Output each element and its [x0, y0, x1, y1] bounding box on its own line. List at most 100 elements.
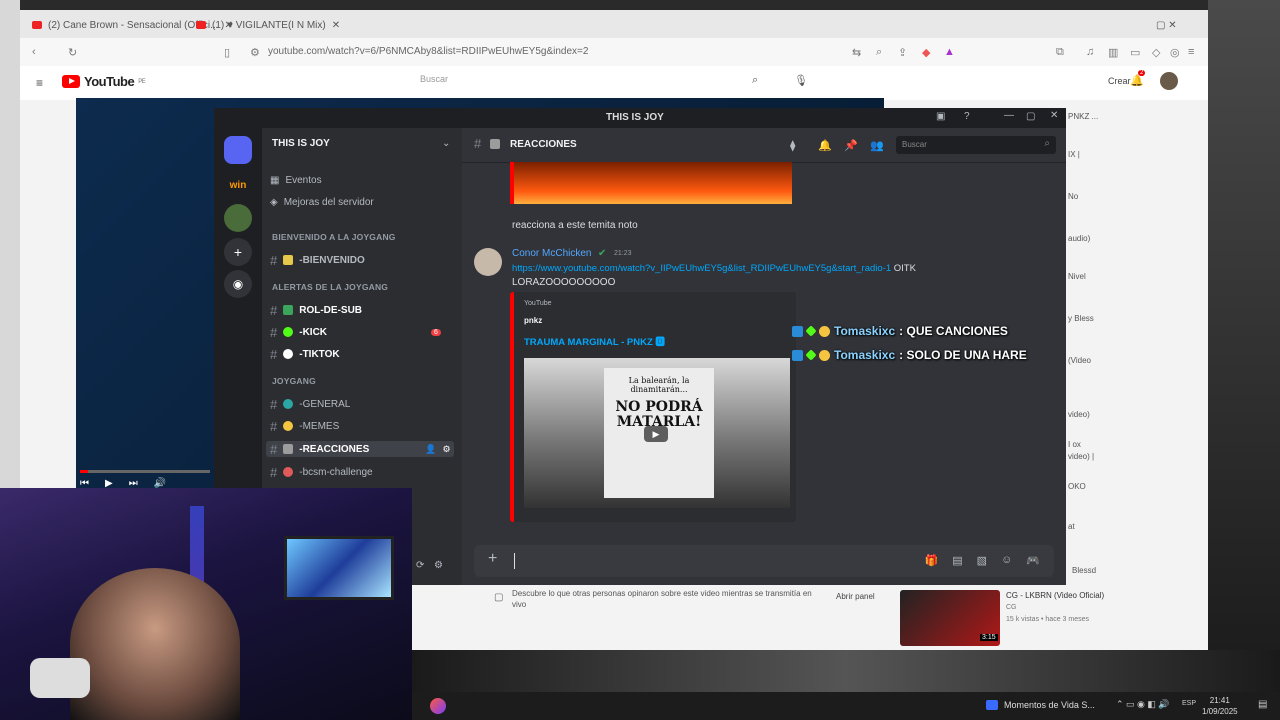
sidebar-icon[interactable]: ▥ — [1108, 46, 1118, 59]
category-header[interactable]: ALERTAS DE LA JOYGANG — [272, 282, 388, 292]
bell-icon[interactable]: 🔔 — [818, 139, 832, 152]
gear-icon[interactable]: ⚙ — [442, 444, 450, 455]
category-header[interactable]: JOYGANG — [272, 376, 316, 386]
suggestion-title[interactable]: CG - LKBRN (Video Oficial) — [1006, 591, 1116, 600]
channel-item[interactable]: # -KICK 6 — [270, 324, 441, 340]
members-icon[interactable]: 👥 — [870, 139, 884, 152]
gift-icon[interactable]: 🎁 — [925, 554, 939, 567]
server-icon-win[interactable]: win — [224, 172, 252, 200]
nav-events[interactable]: ▦ Eventos — [270, 172, 322, 188]
channel-item[interactable]: # ROL-DE-SUB — [270, 302, 362, 318]
discover-icon[interactable]: ◉ — [224, 270, 252, 298]
hamburger-icon[interactable]: ≡ — [36, 76, 43, 90]
pin-icon[interactable]: 📌 — [844, 139, 858, 152]
language-indicator[interactable]: ESP — [1182, 700, 1196, 707]
discord-search-input[interactable]: Buscar ⌕ — [896, 136, 1056, 154]
sticker-icon[interactable]: ▧ — [977, 554, 987, 567]
vpn-icon[interactable]: ◎ — [1170, 46, 1180, 59]
nav-server-boosts[interactable]: ◈ Mejoras del servidor — [270, 194, 374, 210]
reload-icon[interactable]: ↻ — [68, 46, 77, 59]
previous-embed-image[interactable] — [510, 162, 792, 204]
help-icon[interactable]: ? — [964, 111, 970, 122]
channel-item[interactable]: # -GENERAL — [270, 396, 350, 412]
message-link[interactable]: https://www.youtube.com/watch?v_IIPwEUhw… — [512, 263, 1052, 274]
channel-emoji-icon — [283, 399, 294, 409]
maximize-icon[interactable]: ▢ — [1026, 111, 1035, 122]
embed-author[interactable]: pnkz — [524, 316, 542, 325]
badge-icon — [805, 349, 817, 361]
headset-icon[interactable]: ⟳ — [416, 560, 424, 571]
emoji-icon[interactable]: ☺ — [1001, 554, 1012, 567]
apps-icon[interactable]: 🎮 — [1026, 554, 1040, 567]
chevron-down-icon[interactable]: ⌄ — [442, 138, 450, 149]
url-field[interactable]: youtube.com/watch?v=6/P6NMCAby8&list=RDI… — [268, 46, 588, 57]
badge-icon — [819, 349, 830, 361]
notification-center-icon[interactable]: ▤ — [1258, 699, 1267, 710]
menu-icon[interactable]: ≡ — [1188, 46, 1194, 58]
bookmark-icon[interactable]: ▯ — [224, 46, 230, 59]
embed-thumbnail[interactable]: La balearán, la dinamitarán... NO PODRÁ … — [524, 358, 790, 508]
media-title[interactable]: Momentos de Vida S... — [1004, 700, 1095, 710]
threads-icon[interactable]: ⧫ — [790, 139, 795, 152]
channel-item-active[interactable]: # -REACCIONES 👤 ⚙ — [266, 441, 454, 457]
add-server-icon[interactable]: + — [224, 238, 252, 266]
channel-item[interactable]: # -bcsm-challenge — [270, 464, 373, 480]
brave-shield-icon[interactable]: ◆ — [922, 46, 930, 59]
back-icon[interactable]: ‹ — [32, 46, 36, 58]
boost-icon: ◈ — [270, 196, 278, 208]
tray-icons[interactable]: ⌃ ▭ ◉ ◧ 🔊 — [1116, 699, 1170, 710]
search-icon[interactable]: ⌕ — [752, 74, 758, 87]
server-name[interactable]: THIS IS JOY — [272, 138, 330, 149]
browser-tab[interactable]: (1) ♥ VIGILANTE(I N Mix) ✕ — [196, 14, 340, 36]
invite-icon[interactable]: 👤 — [425, 444, 436, 455]
translate-icon[interactable]: ⇆ — [852, 46, 861, 59]
channel-item[interactable]: # -TIKTOK — [270, 346, 340, 362]
embed-title[interactable]: TRAUMA MARGINAL - PNKZ 🅳 — [524, 334, 665, 348]
music-icon[interactable]: ♫ — [1086, 46, 1094, 58]
share-icon[interactable]: ⇪ — [898, 46, 907, 59]
download-icon[interactable]: ▭ — [1130, 46, 1140, 59]
wallet-icon[interactable]: ◇ — [1152, 46, 1160, 59]
gif-icon[interactable]: ▤ — [952, 554, 962, 567]
zoom-icon[interactable]: ⌕ — [876, 46, 882, 59]
window-controls[interactable]: ▢ ✕ — [1156, 14, 1177, 36]
add-attachment-icon[interactable]: + — [488, 550, 497, 568]
chat-replay-icon: ▢ — [494, 592, 504, 603]
create-button[interactable]: Crear — [1108, 76, 1131, 86]
discord-home-icon[interactable] — [224, 136, 252, 164]
window-title: THIS IS JOY — [606, 112, 664, 123]
category-header[interactable]: BIENVENIDO A LA JOYGANG — [272, 232, 396, 242]
close-icon[interactable]: ✕ — [332, 20, 340, 31]
message-input[interactable]: + 🎁 ▤ ▧ ☺ 🎮 — [474, 545, 1054, 577]
badge-icon — [792, 349, 803, 361]
close-icon[interactable]: ✕ — [1050, 110, 1058, 121]
message-text: reacciona a este temita noto — [512, 220, 638, 231]
microphone-icon[interactable]: 🎙 — [794, 74, 808, 87]
youtube-search-input[interactable]: Buscar — [420, 74, 448, 84]
video-progress-bar[interactable] — [80, 470, 210, 473]
channel-emoji-icon — [490, 139, 500, 149]
channel-item[interactable]: # -BIENVENIDO — [270, 252, 365, 268]
overlay-chat-line: Tomaskixc : QUE CANCIONES — [792, 324, 1008, 338]
avatar[interactable] — [474, 248, 502, 276]
open-panel-button[interactable]: Abrir panel — [836, 592, 875, 601]
youtube-wordmark: YouTube — [84, 74, 135, 89]
youtube-logo[interactable]: YouTube PE — [62, 74, 146, 89]
browser-taskbar-icon[interactable] — [430, 698, 446, 714]
message-author[interactable]: Conor McChicken — [512, 248, 591, 259]
chat-message: : QUE CANCIONES — [899, 324, 1008, 338]
minimize-icon[interactable]: — — [1004, 110, 1014, 121]
clock[interactable]: 21:41 1/09/2025 — [1202, 695, 1238, 717]
site-info-icon[interactable]: ⚙ — [250, 46, 260, 59]
link-url[interactable]: https://www.youtube.com/watch?v_IIPwEUhw… — [512, 263, 891, 274]
rewards-icon[interactable]: ▲ — [944, 46, 955, 58]
inbox-icon[interactable]: ▣ — [936, 111, 945, 122]
server-icon-joygang[interactable] — [224, 204, 252, 232]
settings-icon[interactable]: ⚙ — [434, 560, 443, 571]
extensions-icon[interactable]: ⧉ — [1056, 46, 1064, 59]
embed-play-icon[interactable]: ▶ — [644, 426, 668, 442]
channel-item[interactable]: # -MEMES — [270, 418, 339, 434]
youtube-play-icon — [62, 75, 80, 88]
avatar[interactable] — [1160, 72, 1178, 90]
rail-text: at — [1068, 522, 1075, 531]
